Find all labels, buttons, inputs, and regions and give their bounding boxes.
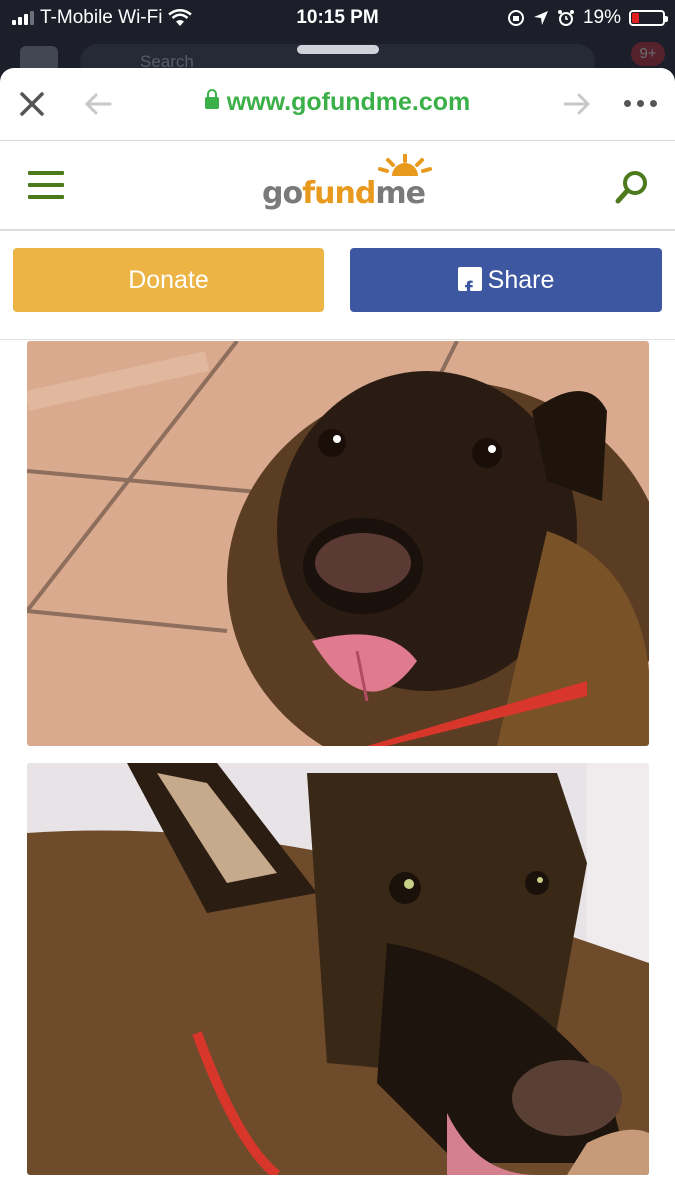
orientation-lock-icon [507, 10, 524, 26]
photo-dog-1 [27, 341, 649, 746]
more-options-icon[interactable] [624, 100, 657, 107]
hamburger-menu-icon[interactable] [28, 171, 64, 201]
share-label: Share [487, 266, 555, 294]
campaign-photo-2[interactable] [27, 763, 649, 1175]
location-arrow-icon [533, 11, 548, 25]
donate-button[interactable]: Donate [13, 248, 324, 312]
browser-toolbar: www.gofundme.com [0, 68, 675, 141]
site-header: gofundme [0, 141, 675, 231]
sheet-grabber[interactable] [297, 45, 379, 54]
forward-arrow-icon[interactable] [563, 92, 591, 116]
status-bar: T-Mobile Wi-Fi 10:15 PM 19% [0, 0, 675, 38]
action-bar: Donate Share [0, 231, 675, 340]
campaign-photo-1[interactable] [27, 341, 649, 746]
status-icons: 19% [507, 7, 668, 29]
share-button[interactable]: Share [350, 248, 662, 323]
battery-percent: 19% [582, 7, 621, 28]
search-icon[interactable] [614, 169, 650, 205]
battery-icon [629, 10, 668, 26]
browser-sheet: www.gofundme.com gofundme Donate Share [0, 68, 675, 1200]
photo-dog-2 [27, 763, 649, 1175]
gofundme-logo[interactable]: gofundme [262, 154, 442, 218]
notification-badge: 9+ [631, 42, 665, 66]
alarm-clock-icon [557, 10, 574, 26]
lock-icon [204, 89, 219, 109]
url-text: www.gofundme.com [226, 88, 471, 116]
logo-wordmark: gofundme [262, 176, 426, 211]
facebook-icon [457, 259, 482, 323]
